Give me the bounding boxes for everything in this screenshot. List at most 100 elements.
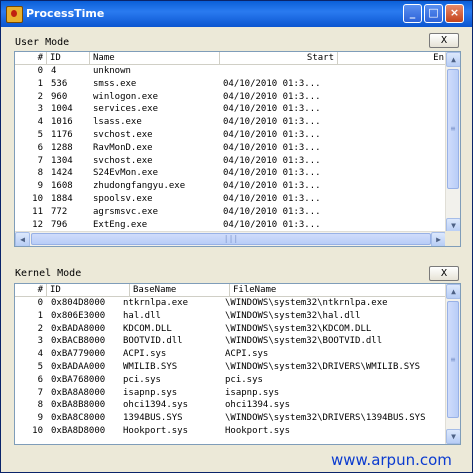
minimize-button[interactable]: _ (403, 4, 422, 23)
table-row[interactable]: 5 1176 svchost.exe 04/10/2010 01:3... (15, 129, 460, 142)
kernel-mode-list[interactable]: # ID BaseName FileName 0 0x804D8000 ntkrnl… (14, 283, 461, 445)
table-row[interactable]: 4 0xBA779000 ACPI.sys ACPI.sys (15, 348, 460, 361)
process-id: 772 (51, 206, 68, 217)
module-basename: 1394BUS.SYS (123, 413, 183, 424)
module-basename: pci.sys (123, 374, 161, 385)
process-name: agrsmsvc.exe (93, 206, 159, 217)
column-header-basename[interactable]: BaseName (130, 284, 230, 296)
table-row[interactable]: 1 536 smss.exe 04/10/2010 01:3... (15, 78, 460, 91)
process-name: ExtEng.exe (93, 219, 148, 230)
row-index: 9 (37, 181, 43, 192)
user-mode-close-button[interactable]: X (429, 33, 459, 48)
user-mode-list[interactable]: # ID Name Start En 0 4 unknown 1 536 smss.exe… (14, 51, 461, 247)
user-mode-vertical-scrollbar[interactable]: ▲ ≡ ▼ (445, 52, 460, 233)
process-id: 536 (51, 78, 68, 89)
watermark: www.arpun.com (331, 451, 452, 469)
process-name: S24EvMon.exe (93, 168, 159, 179)
table-row[interactable]: 7 1304 svchost.exe 04/10/2010 01:3... (15, 155, 460, 168)
table-row[interactable]: 2 960 winlogon.exe 04/10/2010 01:3... (15, 91, 460, 104)
column-header-filename[interactable]: FileName (230, 284, 447, 296)
scroll-up-arrow-icon[interactable]: ▲ (446, 52, 460, 67)
row-index: 1 (37, 310, 43, 321)
column-header-id[interactable]: ID (47, 284, 130, 296)
module-basename: KDCOM.DLL (123, 323, 172, 334)
table-row[interactable]: 9 0xBA8C8000 1394BUS.SYS \WINDOWS\system32\… (15, 412, 460, 425)
user-mode-horizontal-scrollbar[interactable]: ◀ ||| ▶ (15, 231, 446, 246)
table-row[interactable]: 0 0x804D8000 ntkrnlpa.exe \WINDOWS\system32… (15, 297, 460, 310)
vertical-scroll-thumb[interactable]: ≡ (447, 69, 459, 189)
module-address: 0xBA779000 (51, 349, 106, 360)
vertical-scroll-thumb[interactable]: ≡ (447, 301, 459, 418)
module-address: 0x804D8000 (51, 298, 106, 308)
table-row[interactable]: 3 0xBACB8000 BOOTVID.dll \WINDOWS\system32\… (15, 335, 460, 348)
start-time: 04/10/2010 01:3... (223, 129, 321, 140)
start-time: 04/10/2010 01:3... (223, 206, 321, 217)
start-time: 04/10/2010 01:3... (223, 142, 321, 153)
column-header-start[interactable]: Start (220, 52, 338, 64)
table-row[interactable]: 11 772 agrsmsvc.exe 04/10/2010 01:3... (15, 206, 460, 219)
user-mode-rows: 0 4 unknown 1 536 smss.exe 04/10/2010 01:3... 2… (15, 65, 460, 233)
start-time: 04/10/2010 01:3... (223, 78, 321, 89)
module-address: 0xBA8D8000 (51, 425, 106, 436)
title-bar[interactable]: ProcessTime _ □ × (1, 1, 472, 27)
process-name: svchost.exe (93, 155, 153, 166)
table-row[interactable]: 1 0x806E3000 hal.dll \WINDOWS\system32\hal.… (15, 310, 460, 323)
process-name: svchost.exe (93, 129, 153, 140)
process-name: smss.exe (93, 78, 137, 89)
scroll-down-arrow-icon[interactable]: ▼ (446, 429, 460, 444)
close-button[interactable]: × (445, 4, 464, 23)
column-header-index[interactable]: # (15, 284, 47, 296)
row-index: 3 (37, 336, 43, 347)
process-id: 1004 (51, 104, 73, 115)
column-header-end[interactable]: En (338, 52, 447, 64)
row-index: 7 (37, 387, 43, 398)
row-index: 2 (37, 323, 43, 334)
process-name: RavMonD.exe (93, 142, 153, 153)
table-row[interactable]: 12 796 ExtEng.exe 04/10/2010 01:3... (15, 219, 460, 232)
table-row[interactable]: 8 1424 S24EvMon.exe 04/10/2010 01:3... (15, 167, 460, 180)
horizontal-scroll-thumb[interactable]: ||| (31, 233, 431, 245)
table-row[interactable]: 5 0xBADAA000 WMILIB.SYS \WINDOWS\system32\D… (15, 361, 460, 374)
table-row[interactable]: 9 1608 zhudongfangyu.exe 04/10/2010 01:3... (15, 180, 460, 193)
process-time-window: ProcessTime _ □ × User Mode X # ID Name … (0, 0, 473, 473)
table-row[interactable]: 6 1288 RavMonD.exe 04/10/2010 01:3... (15, 142, 460, 155)
table-row[interactable]: 6 0xBA768000 pci.sys pci.sys (15, 374, 460, 387)
scroll-up-arrow-icon[interactable]: ▲ (446, 284, 460, 299)
start-time: 04/10/2010 01:3... (223, 104, 321, 115)
scroll-left-arrow-icon[interactable]: ◀ (15, 232, 30, 246)
row-index: 2 (37, 91, 43, 102)
maximize-button[interactable]: □ (424, 4, 443, 23)
kernel-mode-header: # ID BaseName FileName (15, 284, 460, 297)
column-header-id[interactable]: ID (47, 52, 90, 64)
column-header-name[interactable]: Name (90, 52, 220, 64)
user-mode-header: # ID Name Start En (15, 52, 460, 65)
scroll-right-arrow-icon[interactable]: ▶ (431, 232, 446, 246)
module-filename: \WINDOWS\system32\hal.dll (225, 310, 361, 321)
module-basename: isapnp.sys (123, 387, 178, 398)
user-mode-label: User Mode (15, 37, 70, 48)
table-row[interactable]: 2 0xBADA8000 KDCOM.DLL \WINDOWS\system32\KD… (15, 323, 460, 336)
table-row[interactable]: 3 1004 services.exe 04/10/2010 01:3... (15, 103, 460, 116)
process-name: winlogon.exe (93, 91, 159, 102)
table-row[interactable]: 10 1884 spoolsv.exe 04/10/2010 01:3... (15, 193, 460, 206)
module-address: 0x806E3000 (51, 310, 106, 321)
row-index: 0 (37, 298, 43, 308)
process-id: 1884 (51, 193, 73, 204)
module-basename: ohci1394.sys (123, 400, 189, 411)
table-row[interactable]: 8 0xBA8B8000 ohci1394.sys ohci1394.sys (15, 399, 460, 412)
module-filename: isapnp.sys (225, 387, 280, 398)
kernel-mode-close-button[interactable]: X (429, 266, 459, 281)
row-index: 3 (37, 104, 43, 115)
table-row[interactable]: 0 4 unknown (15, 65, 460, 78)
table-row[interactable]: 7 0xBA8A8000 isapnp.sys isapnp.sys (15, 387, 460, 400)
table-row[interactable]: 10 0xBA8D8000 Hookport.sys Hookport.sys (15, 425, 460, 438)
app-icon (6, 6, 23, 23)
column-header-index[interactable]: # (15, 52, 47, 64)
module-address: 0xBA8A8000 (51, 387, 106, 398)
process-name: spoolsv.exe (93, 193, 153, 204)
kernel-mode-vertical-scrollbar[interactable]: ▲ ≡ ▼ (445, 284, 460, 444)
process-id: 4 (51, 66, 57, 76)
process-id: 1424 (51, 168, 73, 179)
row-index: 6 (37, 374, 43, 385)
table-row[interactable]: 4 1016 lsass.exe 04/10/2010 01:3... (15, 116, 460, 129)
